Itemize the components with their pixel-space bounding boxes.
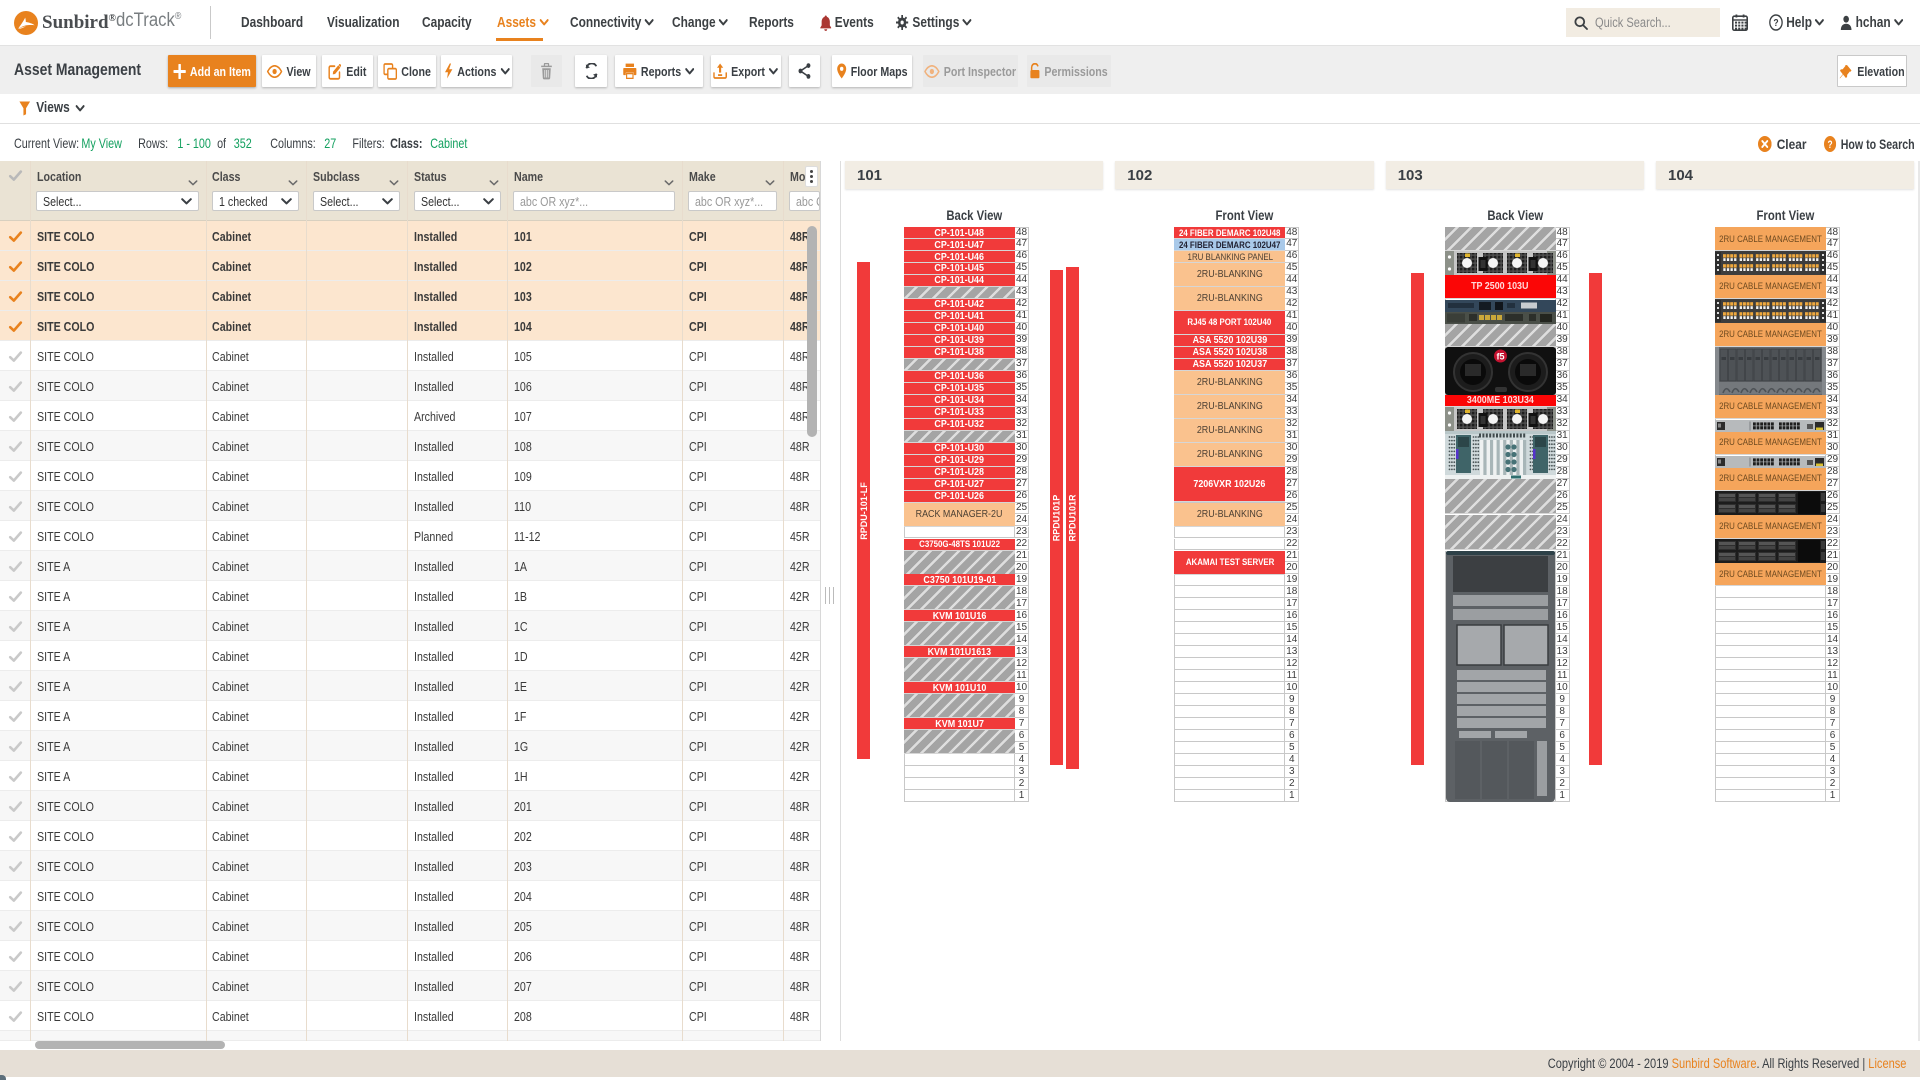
svg-text:?: ?: [1773, 17, 1778, 29]
svg-text:f5: f5: [1496, 351, 1504, 361]
svg-text:?: ?: [1828, 139, 1833, 151]
